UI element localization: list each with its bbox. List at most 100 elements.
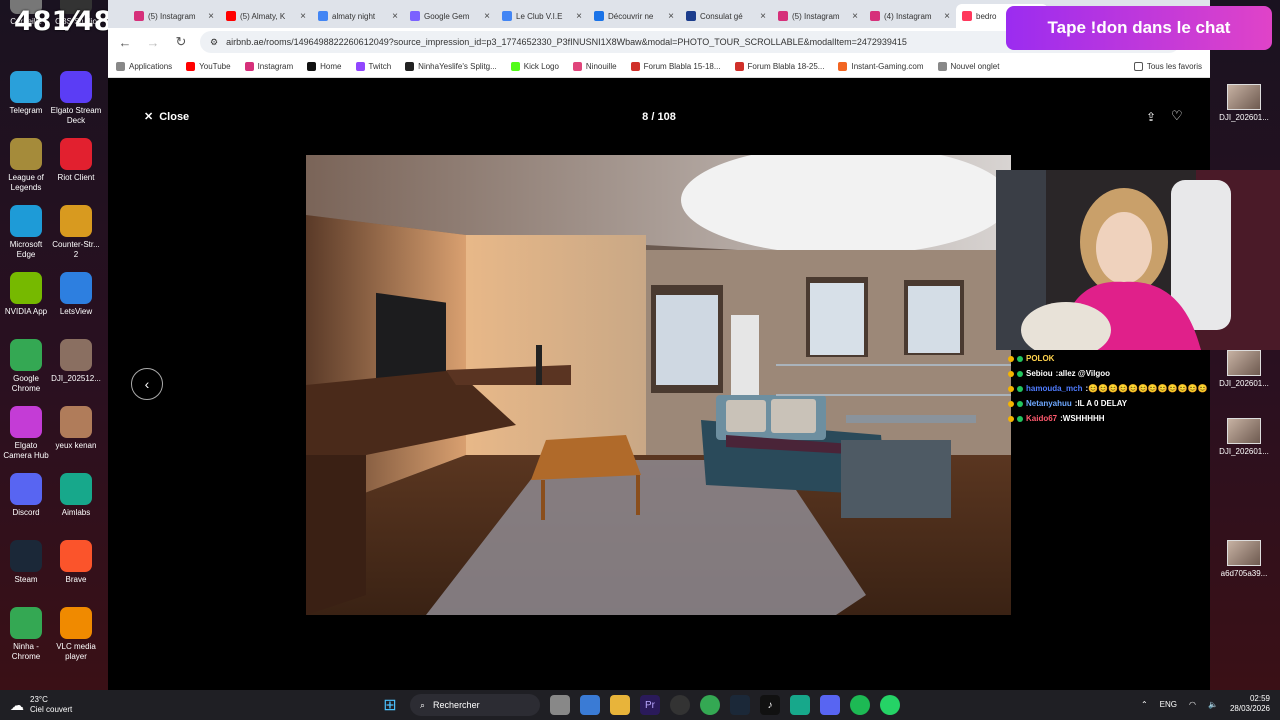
desktop-icon[interactable]: NVIDIA App xyxy=(0,272,52,317)
heart-icon[interactable]: ♡ xyxy=(1171,108,1183,124)
listing-photo xyxy=(306,155,1011,615)
browser-tab[interactable]: Consulat gé × xyxy=(680,4,772,28)
tiktok-icon[interactable]: ♪ xyxy=(760,695,780,715)
desktop-file-icon[interactable]: DJI_202601... xyxy=(1214,84,1274,123)
tab-close-icon[interactable]: × xyxy=(484,11,490,22)
browser-tab[interactable]: (5) Almaty, K × xyxy=(220,4,312,28)
bookmark-item[interactable]: Instant-Gaming.com xyxy=(838,62,924,71)
browser-tab[interactable]: almaty night × xyxy=(312,4,404,28)
tab-close-icon[interactable]: × xyxy=(944,11,950,22)
desktop-icon[interactable]: League of Legends xyxy=(0,138,52,193)
desktop-icon[interactable]: yeux kenan xyxy=(50,406,102,451)
chrome-taskbar-icon[interactable] xyxy=(700,695,720,715)
browser-tab[interactable]: (5) Instagram × xyxy=(128,4,220,28)
bookmark-item[interactable]: Instagram xyxy=(244,62,293,71)
weather-widget[interactable]: ☁ 23°C Ciel couvert xyxy=(10,695,72,715)
browser-tab[interactable]: Google Gem × xyxy=(404,4,496,28)
bookmark-item[interactable]: Twitch xyxy=(355,62,391,71)
tab-close-icon[interactable]: × xyxy=(300,11,306,22)
language-indicator[interactable]: ENG xyxy=(1160,700,1177,709)
bookmark-favicon-icon xyxy=(572,62,582,71)
time: 02:59 xyxy=(1249,694,1270,703)
bookmark-label: Home xyxy=(320,62,342,71)
whatsapp-icon[interactable] xyxy=(880,695,900,715)
chat-text: :IL A 0 DELAY xyxy=(1074,399,1128,408)
copilot-icon[interactable] xyxy=(580,695,600,715)
desktop-icon[interactable]: Elgato Stream Deck xyxy=(50,71,102,126)
desktop-icon[interactable]: LetsView xyxy=(50,272,102,317)
desktop-icon[interactable]: Ninha - Chrome xyxy=(0,607,52,662)
share-icon[interactable]: ⇪ xyxy=(1146,110,1156,124)
discord-taskbar-icon[interactable] xyxy=(820,695,840,715)
tab-favicon-icon xyxy=(502,11,512,21)
bookmark-item[interactable]: Home xyxy=(307,62,342,71)
chat-badge-icon xyxy=(1008,415,1014,422)
bookmark-item[interactable]: Kick Logo xyxy=(510,62,559,71)
nvidia-icon xyxy=(10,272,42,304)
tab-title: (5) Instagram xyxy=(148,11,196,21)
desktop-icon[interactable]: Telegram xyxy=(0,71,52,116)
windows-start-icon[interactable]: ⊞ xyxy=(380,695,400,715)
tab-title: Google Gem xyxy=(424,11,470,21)
bookmark-item[interactable]: NinhaYeslife's Splitg... xyxy=(405,62,497,71)
desktop-icon[interactable]: Steam xyxy=(0,540,52,585)
desktop-icon-label: Aimlabs xyxy=(61,508,91,517)
app-icon[interactable] xyxy=(790,695,810,715)
steam-taskbar-icon[interactable] xyxy=(730,695,750,715)
bookmark-favicon-icon xyxy=(307,62,317,71)
desktop-file-label: a6d705a39... xyxy=(1220,569,1268,578)
wifi-icon[interactable]: ◠ xyxy=(1189,700,1196,709)
desktop-icon-label: NVIDIA App xyxy=(4,307,48,316)
desktop-icon[interactable]: VLC media player xyxy=(50,607,102,662)
spotify-icon[interactable] xyxy=(850,695,870,715)
desktop-icon[interactable]: DJI_202512... xyxy=(50,339,102,384)
bookmark-item[interactable]: Nouvel onglet xyxy=(937,62,1000,71)
site-info-icon[interactable]: ⚙ xyxy=(210,37,218,48)
bookmark-item[interactable]: Ninouille xyxy=(572,62,617,71)
desktop-icon[interactable]: Brave xyxy=(50,540,102,585)
tab-close-icon[interactable]: × xyxy=(852,11,858,22)
tab-close-icon[interactable]: × xyxy=(668,11,674,22)
desktop-icon[interactable]: Microsoft Edge xyxy=(0,205,52,260)
desktop-icon[interactable]: Counter-Str... 2 xyxy=(50,205,102,260)
browser-tab[interactable]: (4) Instagram × xyxy=(864,4,956,28)
tab-title: Découvrir ne xyxy=(608,11,654,21)
tab-close-icon[interactable]: × xyxy=(208,11,214,22)
bookmark-item[interactable]: YouTube xyxy=(186,62,231,71)
desktop-icon[interactable]: Aimlabs xyxy=(50,473,102,518)
tab-close-icon[interactable]: × xyxy=(392,11,398,22)
tab-favicon-icon xyxy=(870,11,880,21)
bookmark-item[interactable]: Applications xyxy=(116,62,172,71)
forward-button[interactable]: → xyxy=(144,35,162,50)
desktop-icon[interactable]: Google Chrome xyxy=(0,339,52,394)
desktop-icon[interactable]: Riot Client xyxy=(50,138,102,183)
bookmark-item[interactable]: Forum Blabla 15-18... xyxy=(630,62,721,71)
tab-close-icon[interactable]: × xyxy=(576,11,582,22)
browser-tab[interactable]: Le Club V.I.E × xyxy=(496,4,588,28)
chat-badge-icon xyxy=(1017,385,1023,392)
bookmark-item[interactable]: Forum Blabla 18-25... xyxy=(734,62,824,71)
tab-title: Consulat gé xyxy=(700,11,743,21)
cs2-icon xyxy=(60,205,92,237)
taskbar-search[interactable]: ⌕ Rechercher xyxy=(410,694,540,716)
previous-photo-button[interactable]: ‹ xyxy=(131,368,163,400)
browser-tab[interactable]: Découvrir ne × xyxy=(588,4,680,28)
all-bookmarks[interactable]: Tous les favoris xyxy=(1133,62,1202,71)
desktop-icon[interactable]: Elgato Camera Hub xyxy=(0,406,52,461)
bookmark-label: Nouvel onglet xyxy=(950,62,1000,71)
browser-tab[interactable]: (5) Instagram × xyxy=(772,4,864,28)
desktop-file-icon[interactable]: a6d705a39... xyxy=(1214,540,1274,579)
volume-icon[interactable]: 🔈 xyxy=(1208,700,1218,709)
reload-button[interactable]: ↻ xyxy=(172,34,190,50)
task-view-icon[interactable] xyxy=(550,695,570,715)
premiere-icon[interactable]: Pr xyxy=(640,695,660,715)
tab-close-icon[interactable]: × xyxy=(760,11,766,22)
desktop-icon[interactable]: Discord xyxy=(0,473,52,518)
back-button[interactable]: ← xyxy=(116,35,134,50)
chevron-up-icon[interactable]: ⌃ xyxy=(1141,700,1148,709)
file-explorer-icon[interactable] xyxy=(610,695,630,715)
chat-username: Kaido67 xyxy=(1026,414,1058,423)
obs-taskbar-icon[interactable] xyxy=(670,695,690,715)
desktop-icon-label: DJI_202512... xyxy=(51,374,101,383)
clock[interactable]: 02:59 28/03/2026 xyxy=(1230,694,1270,714)
